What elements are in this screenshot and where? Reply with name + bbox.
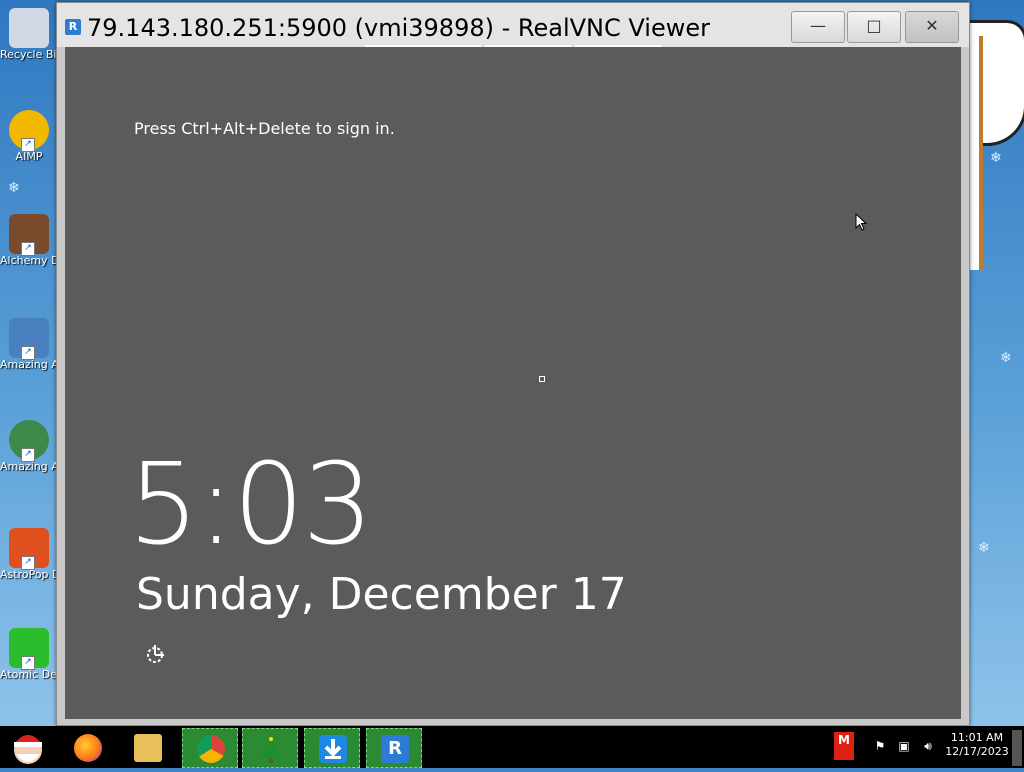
firefox-icon [74,734,102,762]
window-title: 79.143.180.251:5900 (vmi39898) - RealVNC… [87,14,710,42]
volume-icon[interactable]: 🔊︎ [920,738,936,754]
desktop-icon-label: AstroPop Deluxe [0,568,58,581]
start-button[interactable] [2,728,54,768]
tree-icon [261,737,281,763]
desktop-icon-label: Amazing Adventures [0,358,58,371]
taskbar-item-chrome[interactable] [182,728,238,768]
desktop-icon-astropop[interactable]: ↗ AstroPop Deluxe [0,528,58,582]
snowflake-icon: ❄ [978,540,990,556]
taskbar-item-file-explorer[interactable] [120,728,176,768]
title-bar[interactable]: R 79.143.180.251:5900 (vmi39898) - RealV… [57,3,969,47]
desktop-icon-label: AIMP [15,150,43,163]
desktop-icon-label: Alchemy Deluxe [0,254,58,267]
amazing-adventures-icon: ↗ [9,318,49,360]
tray-date: 12/17/2023 [945,745,1009,758]
tray-clock[interactable]: 11:01 AM 12/17/2023 [944,731,1010,759]
remote-cursor-dot [539,376,545,382]
realvnc-app-icon[interactable]: R [65,19,81,35]
desktop-icon-atomic[interactable]: ↗ Atomic Deluxe [0,628,58,682]
taskbar-item-firefox[interactable] [60,728,116,768]
aimp-icon: ↗ [9,110,49,152]
ease-of-access-icon[interactable] [145,643,167,665]
taskbar-item-christmas-tree[interactable] [242,728,298,768]
chrome-icon [197,735,225,763]
snowflake-icon: ❄ [8,180,20,196]
snowflake-icon: ❄ [1000,350,1012,366]
tray-time: 11:01 AM [950,731,1004,744]
santa-start-icon [14,735,42,764]
desktop-icon-recycle-bin[interactable]: Recycle Bin [0,8,58,62]
sign-in-hint: Press Ctrl+Alt+Delete to sign in. [134,119,395,138]
desktop-icon-amazing-adventures[interactable]: ↗ Amazing Adventures [0,318,58,372]
desktop-icon-aimp[interactable]: ↗ AIMP [0,110,58,164]
desktop-icon-amazing-adventures-2[interactable]: ↗ Amazing Adventures [0,420,58,474]
astropop-icon: ↗ [9,528,49,570]
mouse-pointer-icon [855,213,867,231]
lock-screen-date: Sunday, December 17 [136,569,627,620]
amazing-adventures-2-icon: ↗ [9,420,49,462]
taskbar-item-realvnc[interactable]: R [366,728,422,768]
desktop-icon-label: Amazing Adventures [0,460,58,473]
atomic-icon: ↗ [9,628,49,670]
remote-lock-screen[interactable]: Press Ctrl+Alt+Delete to sign in. 5:03 S… [65,47,961,719]
flag-icon[interactable]: ⚑ [872,738,888,754]
close-button[interactable]: ✕ [905,11,959,43]
network-icon[interactable]: ▣ [896,738,912,754]
show-desktop-button[interactable] [1012,730,1022,766]
lock-screen-time: 5:03 [128,440,374,570]
snowflake-icon: ❄ [990,150,1002,166]
download-icon [319,735,347,763]
folder-icon [134,734,162,762]
desktop-icon-label: Atomic Deluxe [0,668,58,681]
recycle-bin-icon [9,8,49,48]
maximize-button[interactable]: □ [847,11,901,43]
minimize-button[interactable]: — [791,11,845,43]
desktop-icon-label: Recycle Bin [0,48,58,61]
taskbar-item-downloader[interactable] [304,728,360,768]
desktop-icon-alchemy[interactable]: ↗ Alchemy Deluxe [0,214,58,268]
alchemy-icon: ↗ [9,214,49,256]
vnc-viewer-window[interactable]: R 79.143.180.251:5900 (vmi39898) - RealV… [56,2,970,726]
realvnc-icon: R [381,735,409,763]
antivirus-icon[interactable]: M [834,732,854,760]
